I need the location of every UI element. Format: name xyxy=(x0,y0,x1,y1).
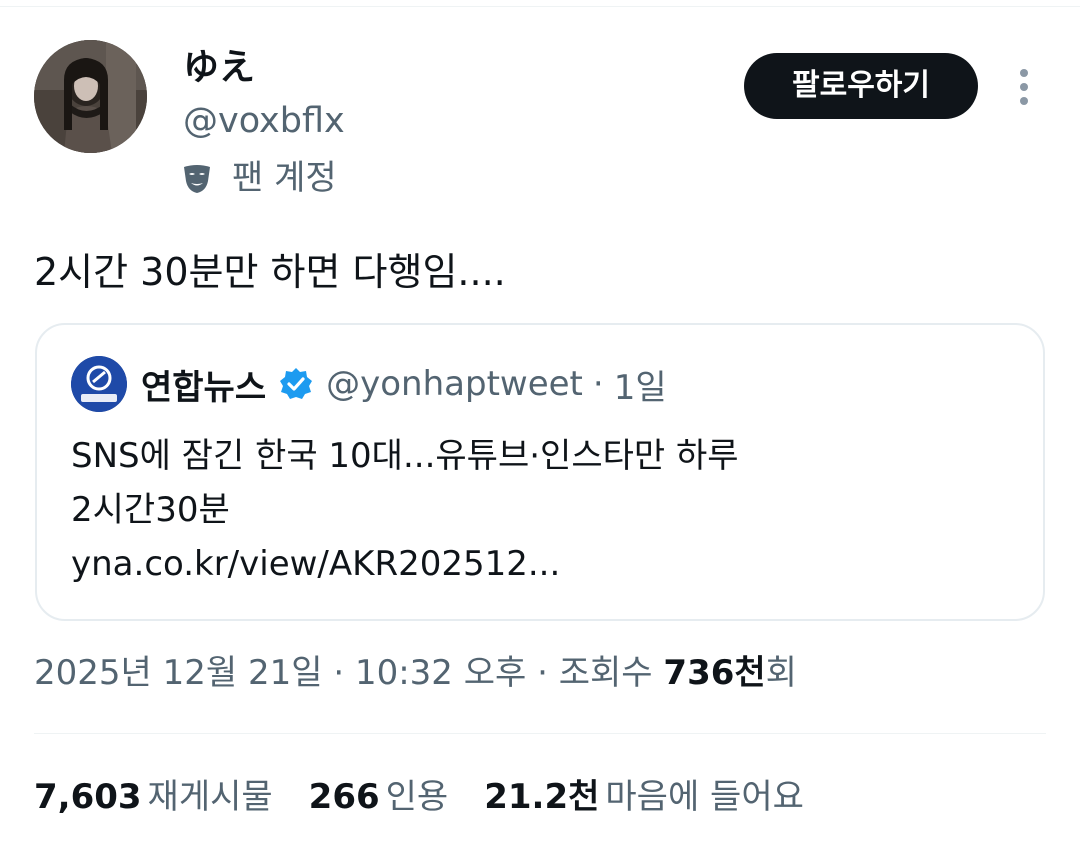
quote-text-line-2: 2시간30분 xyxy=(71,490,230,530)
likes-stat[interactable]: 21.2천 마음에 들어요 xyxy=(484,771,804,823)
stats-divider xyxy=(34,733,1046,734)
author-avatar[interactable] xyxy=(34,40,147,153)
views-count: 736천 xyxy=(663,653,766,693)
quote-text-line-1: SNS에 잠긴 한국 10대...유튜브·인스타만 하루 xyxy=(71,436,739,476)
more-options-button[interactable] xyxy=(1004,62,1044,112)
likes-label: 마음에 들어요 xyxy=(605,777,804,817)
reposts-label: 재게시물 xyxy=(147,777,273,817)
author-display-name[interactable]: ゆえ xyxy=(183,44,255,92)
quote-author-handle[interactable]: @yonhaptweet xyxy=(326,364,583,404)
meta-separator: · xyxy=(333,653,345,693)
more-vertical-icon xyxy=(1020,69,1028,105)
quoted-tweet-card[interactable]: 연합뉴스 @yonhaptweet · 1일 SNS에 잠긴 한국 10대...… xyxy=(35,323,1045,621)
quote-separator: · xyxy=(592,364,604,404)
tweet-date[interactable]: 2025년 12월 21일 xyxy=(34,653,323,693)
yonhap-logo-icon xyxy=(71,356,127,412)
verified-badge-icon xyxy=(278,366,314,402)
views-label: 조회수 xyxy=(558,653,653,693)
tweet-time[interactable]: 10:32 오후 xyxy=(355,653,526,693)
fan-account-label: 팬 계정 xyxy=(232,158,337,198)
quote-header: 연합뉴스 @yonhaptweet · 1일 xyxy=(141,359,667,409)
author-handle[interactable]: @voxbflx xyxy=(183,98,345,144)
reposts-stat[interactable]: 7,603 재게시물 xyxy=(34,771,273,823)
reposts-count: 7,603 xyxy=(34,777,142,817)
tweet-text: 2시간 30분만 하면 다행임.... xyxy=(34,250,506,294)
quote-body: SNS에 잠긴 한국 10대...유튜브·인스타만 하루 2시간30분 yna.… xyxy=(71,429,1011,591)
fan-account-badge: 팬 계정 xyxy=(180,154,337,202)
top-divider xyxy=(0,6,1080,7)
follow-button[interactable]: 팔로우하기 xyxy=(744,53,978,119)
quote-timestamp[interactable]: 1일 xyxy=(614,360,667,409)
quotes-count: 266 xyxy=(308,777,380,817)
views-suffix: 회 xyxy=(765,653,797,693)
quote-author-name[interactable]: 연합뉴스 xyxy=(141,360,266,409)
quote-author-avatar[interactable] xyxy=(71,356,127,412)
likes-count: 21.2천 xyxy=(484,777,600,817)
quotes-label: 인용 xyxy=(385,777,449,817)
engagement-stats: 7,603 재게시물 266 인용 21.2천 마음에 들어요 xyxy=(34,771,840,823)
quote-link[interactable]: yna.co.kr/view/AKR202512... xyxy=(71,537,1011,591)
avatar-image xyxy=(34,40,147,153)
mask-icon xyxy=(180,161,214,195)
quotes-stat[interactable]: 266 인용 xyxy=(309,771,449,823)
tweet-meta: 2025년 12월 21일 · 10:32 오후 · 조회수 736천회 xyxy=(34,648,797,698)
meta-separator: · xyxy=(537,653,548,693)
